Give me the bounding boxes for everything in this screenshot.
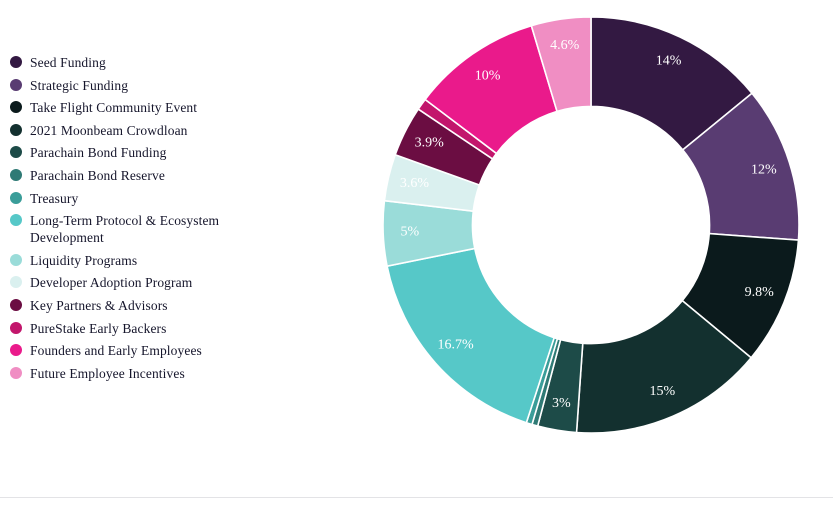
legend-swatch-icon [10, 321, 22, 334]
legend-item[interactable]: Parachain Bond Funding [10, 144, 258, 161]
legend-item[interactable]: Long-Term Protocol & Ecosystem Developme… [10, 212, 258, 246]
legend-item-label: Key Partners & Advisors [30, 297, 168, 313]
donut-chart-area: 14% 12% 9.8% 15% 3% 16.7% 5% 3.6% 3.9% 10% 4.6% [378, 8, 804, 442]
legend-item[interactable]: Strategic Funding [10, 77, 258, 94]
legend-item[interactable]: Founders and Early Employees [10, 342, 258, 359]
legend-item-label: Treasury [30, 190, 79, 206]
legend-item[interactable]: 2021 Moonbeam Crowdloan [10, 122, 258, 139]
legend-item[interactable]: Future Employee Incentives [10, 365, 258, 382]
legend-swatch-icon [10, 101, 22, 114]
legend-item-label: Future Employee Incentives [30, 365, 185, 381]
legend-item[interactable]: Seed Funding [10, 54, 258, 71]
legend-swatch-icon [10, 123, 22, 136]
legend-swatch-icon [10, 344, 22, 357]
legend-item-label: Take Flight Community Event [30, 100, 198, 116]
legend-item[interactable]: Liquidity Programs [10, 252, 258, 269]
legend-item[interactable]: Take Flight Community Event [10, 99, 258, 116]
donut-slice[interactable] [386, 247, 556, 424]
legend-item-label: Strategic Funding [30, 77, 129, 93]
legend-item-label: PureStake Early Backers [30, 320, 167, 336]
legend-item-label: Parachain Bond Funding [30, 145, 167, 161]
legend-item-label: Seed Funding [30, 55, 106, 70]
donut-chart-svg: 14%12%9.8%15%3%16.7%5%3.6%3.9%10%4.6% [382, 16, 800, 434]
legend-swatch-icon [10, 366, 22, 379]
legend-swatch-icon [10, 276, 22, 289]
legend-item[interactable]: PureStake Early Backers [10, 320, 258, 337]
footer-divider [0, 497, 833, 498]
legend-swatch-icon [10, 214, 22, 227]
legend-item[interactable]: Developer Adoption Program [10, 274, 258, 291]
legend-item-label: Parachain Bond Reserve [30, 167, 165, 183]
donut-slice-group [382, 16, 800, 434]
legend-item-label: Founders and Early Employees [30, 343, 202, 359]
legend-item-label: Long-Term Protocol & Ecosystem Developme… [30, 213, 220, 246]
legend-swatch-icon [10, 168, 22, 181]
legend-swatch-icon [10, 298, 22, 311]
legend-item[interactable]: Parachain Bond Reserve [10, 167, 258, 184]
legend-item-label: Liquidity Programs [30, 252, 138, 268]
legend-swatch-icon [10, 146, 22, 159]
legend-swatch-icon [10, 78, 22, 91]
legend-item-label: Developer Adoption Program [30, 275, 193, 291]
donut-chart-figure: Seed Funding Strategic Funding Take Flight… [0, 0, 833, 506]
legend-item-label: 2021 Moonbeam Crowdloan [30, 122, 188, 138]
legend-swatch-icon [10, 56, 22, 68]
legend-swatch-icon [10, 253, 22, 266]
legend-item[interactable]: Key Partners & Advisors [10, 297, 258, 314]
legend-item[interactable]: Treasury [10, 190, 258, 207]
chart-legend: Seed Funding Strategic Funding Take Flight… [10, 54, 258, 387]
legend-swatch-icon [10, 191, 22, 204]
